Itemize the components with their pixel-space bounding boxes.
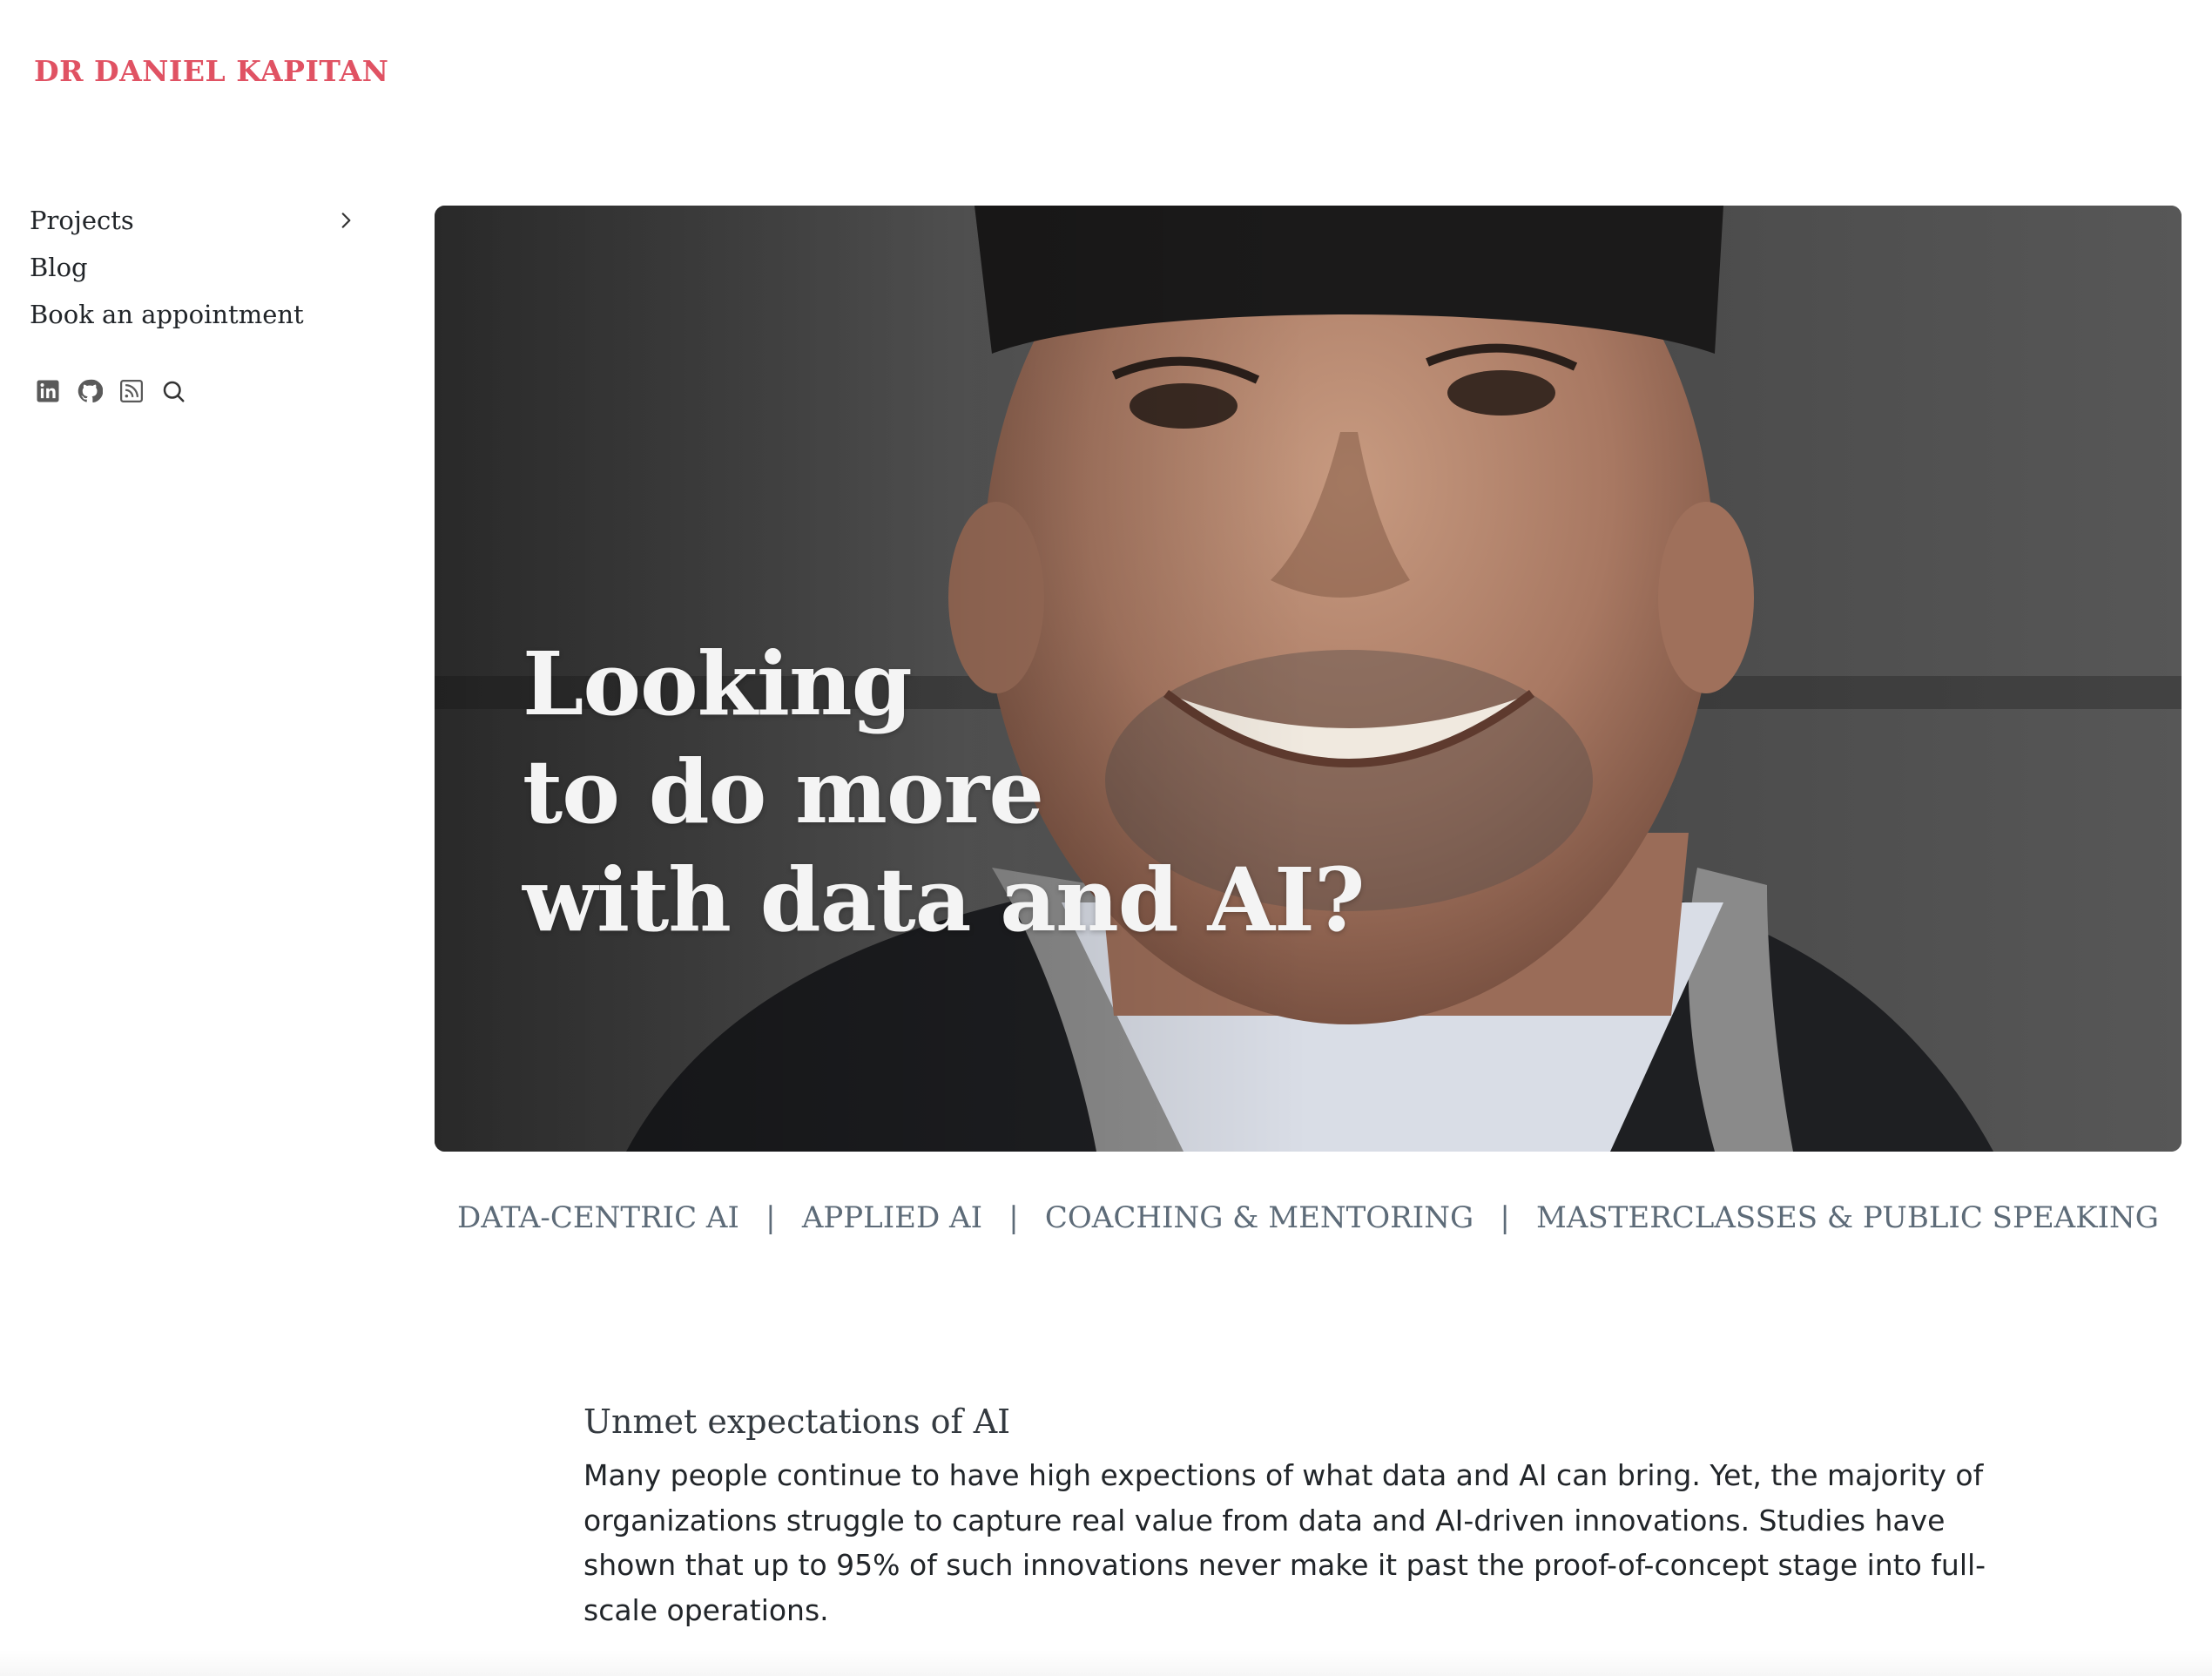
section-body: Many people continue to have high expect… [583,1458,1986,1627]
main-content: Unmet expectations of AI Many people con… [583,1402,2047,1632]
linkedin-icon[interactable] [35,378,61,404]
sidebar-item-label: Book an appointment [30,300,304,329]
hero-title-line: Looking [523,632,913,735]
service-link-masterclasses[interactable]: MASTERCLASSES & PUBLIC SPEAKING [1536,1200,2159,1235]
rss-icon[interactable] [118,378,145,404]
sidebar-nav: Projects Blog Book an appointment [30,197,369,338]
sidebar-item-book-appointment[interactable]: Book an appointment [30,291,369,338]
separator: | [1008,1200,1019,1235]
services-bar: DATA-CENTRIC AI | APPLIED AI | COACHING … [435,1200,2182,1235]
service-link-applied-ai[interactable]: APPLIED AI [802,1200,982,1235]
sidebar-item-blog[interactable]: Blog [30,244,369,291]
separator: | [765,1200,776,1235]
social-links [35,378,186,404]
separator: | [1500,1200,1510,1235]
sidebar-item-label: Blog [30,253,88,282]
hero-title-line: to do more [523,740,1044,843]
hero-title: Looking to do more with data and AI? [523,630,1365,954]
search-icon[interactable] [160,378,186,404]
site-title[interactable]: DR DANIEL KAPITAN [34,54,388,88]
service-link-coaching-mentoring[interactable]: COACHING & MENTORING [1045,1200,1474,1235]
chevron-right-icon[interactable] [334,209,357,232]
sidebar-item-label: Projects [30,206,134,235]
bottom-fade [0,1650,2212,1676]
section-heading: Unmet expectations of AI [583,1402,1011,1441]
service-link-data-centric-ai[interactable]: DATA-CENTRIC AI [457,1200,739,1235]
sidebar-item-projects[interactable]: Projects [30,197,369,244]
github-icon[interactable] [77,378,103,404]
hero-banner: Looking to do more with data and AI? [435,206,2182,1152]
hero-title-line: with data and AI? [523,848,1365,951]
